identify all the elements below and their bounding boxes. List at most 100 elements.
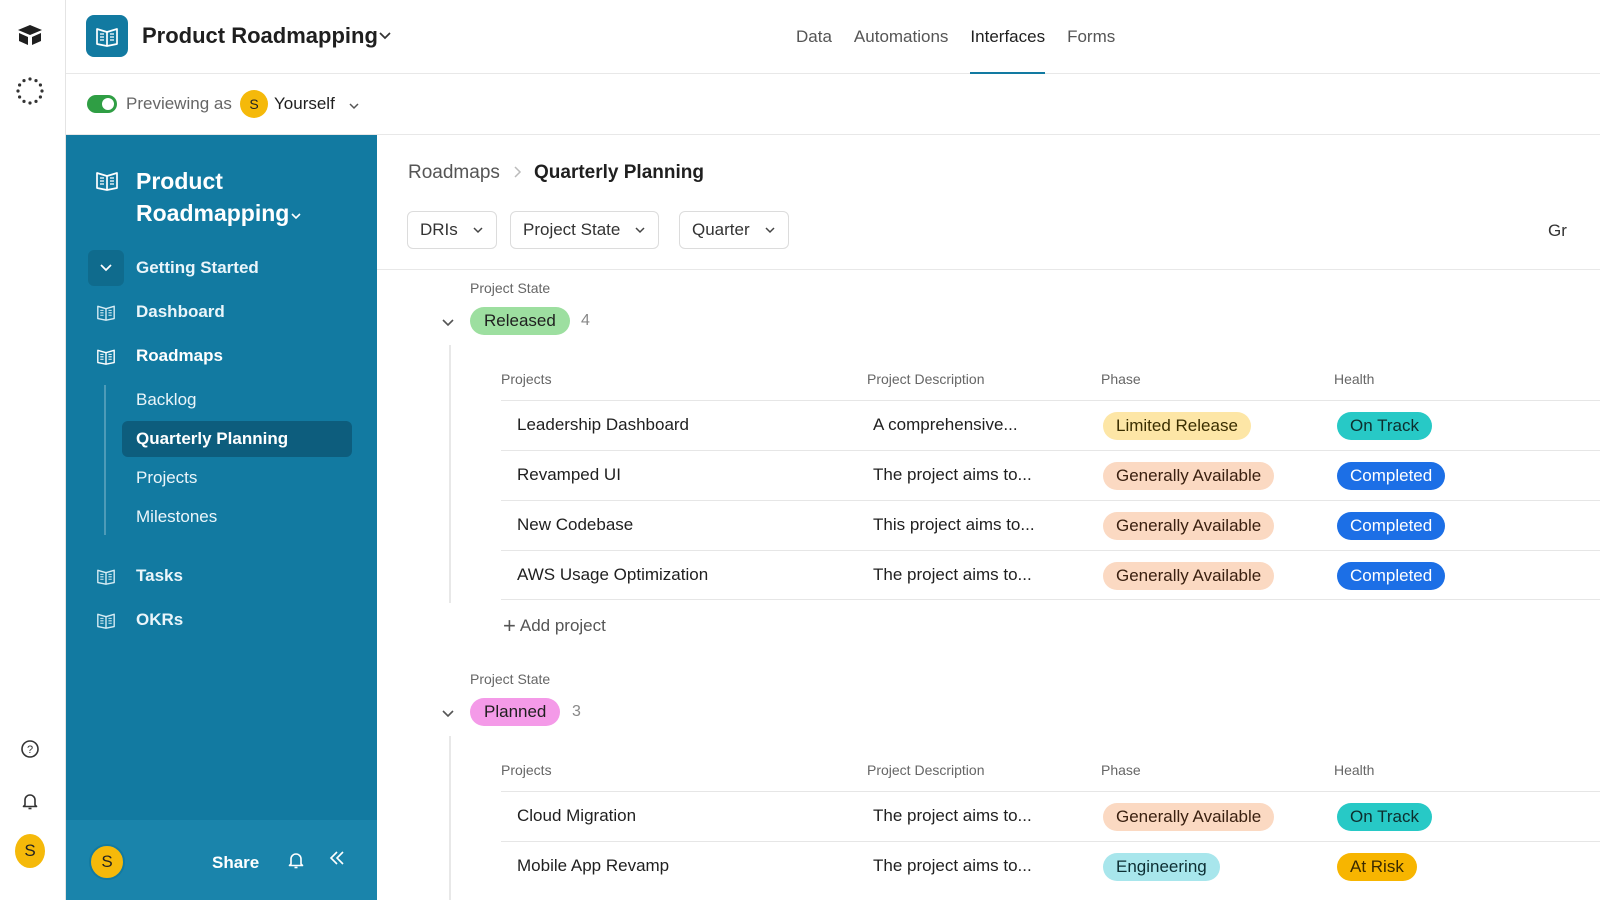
- sidebar-item-label: Roadmaps: [136, 346, 223, 365]
- app: ? S Product Roadmapping Data Automations…: [0, 0, 1600, 900]
- filter-label: Project State: [523, 220, 621, 239]
- table-row[interactable]: Revamped UI The project aims to... Gener…: [501, 450, 1600, 500]
- book-icon: [94, 169, 120, 196]
- table-row[interactable]: New Codebase This project aims to... Gen…: [501, 500, 1600, 550]
- column-header-projects[interactable]: Projects: [501, 762, 552, 778]
- status-badge-released: Released: [470, 307, 570, 335]
- table-row[interactable]: Cloud Migration The project aims to... G…: [501, 791, 1600, 841]
- sidebar-item-roadmaps[interactable]: Roadmaps: [88, 338, 354, 374]
- group-line: [449, 345, 451, 603]
- health-badge: Completed: [1337, 512, 1446, 540]
- sidebar-item-getting-started[interactable]: Getting Started: [88, 250, 354, 286]
- description-cell: The project aims to...: [873, 465, 1032, 484]
- description-cell: The project aims to...: [873, 806, 1032, 825]
- chevron-down-icon[interactable]: [441, 706, 455, 724]
- phase-badge: Generally Available: [1103, 562, 1275, 590]
- chevron-down-icon: [764, 220, 776, 240]
- book-icon: [88, 294, 124, 330]
- project-cell: Revamped UI: [517, 465, 621, 484]
- column-header-phase[interactable]: Phase: [1101, 371, 1141, 387]
- sidebar-subitem-quarterly-planning[interactable]: Quarterly Planning: [122, 421, 352, 457]
- add-project-label: Add project: [519, 616, 606, 635]
- tab-forms[interactable]: Forms: [1067, 0, 1115, 74]
- breadcrumb-current: Quarterly Planning: [534, 162, 704, 183]
- sidebar-item-tasks[interactable]: Tasks: [88, 558, 354, 594]
- table-row[interactable]: Leadership Dashboard A comprehensive... …: [501, 400, 1600, 450]
- phase-badge: Generally Available: [1103, 803, 1275, 831]
- preview-label: Previewing as: [126, 94, 232, 113]
- chevron-down-icon: [472, 220, 484, 240]
- sidebar-subitem-backlog[interactable]: Backlog: [122, 382, 352, 418]
- group-button[interactable]: Gr: [1548, 221, 1567, 241]
- tab-automations[interactable]: Automations: [854, 0, 949, 74]
- preview-avatar: S: [240, 90, 268, 118]
- column-header-health[interactable]: Health: [1334, 762, 1374, 778]
- sidebar-item-label: Getting Started: [136, 258, 259, 277]
- sidebar-subitem-projects[interactable]: Projects: [122, 460, 352, 496]
- column-header-phase[interactable]: Phase: [1101, 762, 1141, 778]
- tab-interfaces[interactable]: Interfaces: [970, 0, 1045, 75]
- sidebar-item-label: Tasks: [136, 566, 183, 585]
- filter-quarter[interactable]: Quarter: [679, 211, 789, 249]
- notification-bell-icon[interactable]: [286, 850, 306, 875]
- sidebar-avatar[interactable]: S: [89, 844, 125, 880]
- health-badge: On Track: [1337, 412, 1432, 440]
- group-count: 3: [572, 703, 581, 720]
- help-icon[interactable]: ?: [15, 734, 45, 764]
- description-cell: The project aims to...: [873, 856, 1032, 875]
- airtable-logo-icon[interactable]: [15, 20, 45, 50]
- chevron-down-icon[interactable]: [348, 98, 360, 116]
- divider: [377, 269, 1600, 270]
- filter-dris[interactable]: DRIs: [407, 211, 497, 249]
- main-content: Roadmaps Quarterly Planning DRIs Project…: [377, 135, 1600, 900]
- status-badge-planned: Planned: [470, 698, 561, 726]
- project-cell: AWS Usage Optimization: [517, 565, 709, 584]
- share-button[interactable]: Share: [212, 853, 259, 873]
- breadcrumb-parent[interactable]: Roadmaps: [408, 162, 500, 184]
- sidebar-footer: S Share: [66, 820, 377, 900]
- tab-data[interactable]: Data: [796, 0, 832, 74]
- project-cell: Cloud Migration: [517, 806, 637, 825]
- column-header-projects[interactable]: Projects: [501, 371, 552, 387]
- chevron-down-icon[interactable]: [88, 250, 124, 286]
- health-badge: At Risk: [1337, 853, 1417, 881]
- chevron-down-icon[interactable]: [290, 208, 302, 226]
- sidebar-title[interactable]: Product Roadmapping: [136, 165, 336, 229]
- top-bar: Product Roadmapping Data Automations Int…: [66, 0, 1600, 75]
- group-count: 4: [581, 312, 590, 329]
- user-avatar-letter: S: [15, 834, 45, 868]
- filter-label: Quarter: [692, 220, 750, 239]
- add-project-button[interactable]: + Add project: [503, 613, 606, 639]
- sidebar-title-line2: Roadmapping: [136, 200, 290, 226]
- health-badge: Completed: [1337, 462, 1446, 490]
- phase-badge: Generally Available: [1103, 512, 1275, 540]
- sidebar-item-dashboard[interactable]: Dashboard: [88, 294, 354, 330]
- chevron-down-icon[interactable]: [378, 28, 392, 46]
- sidebar-subitem-milestones[interactable]: Milestones: [122, 499, 352, 535]
- user-avatar[interactable]: S: [15, 834, 45, 868]
- spinner-icon[interactable]: [15, 76, 45, 106]
- phase-badge: Generally Available: [1103, 462, 1275, 490]
- health-badge: On Track: [1337, 803, 1432, 831]
- phase-badge: Engineering: [1103, 853, 1220, 881]
- book-icon: [88, 338, 124, 374]
- preview-bar: Previewing as S Yourself: [66, 74, 1600, 135]
- column-header-description[interactable]: Project Description: [867, 371, 985, 387]
- left-rail: ? S: [0, 0, 66, 900]
- table-row[interactable]: Mobile App Revamp The project aims to...…: [501, 841, 1600, 891]
- book-icon: [88, 602, 124, 638]
- book-icon: [88, 558, 124, 594]
- notification-bell-icon[interactable]: [15, 786, 45, 816]
- preview-user-select[interactable]: Yourself: [274, 94, 335, 114]
- column-header-health[interactable]: Health: [1334, 371, 1374, 387]
- sidebar-item-okrs[interactable]: OKRs: [88, 602, 354, 638]
- phase-badge: Limited Release: [1103, 412, 1251, 440]
- column-header-description[interactable]: Project Description: [867, 762, 985, 778]
- base-title[interactable]: Product Roadmapping: [142, 23, 378, 49]
- table-row[interactable]: AWS Usage Optimization The project aims …: [501, 550, 1600, 600]
- base-icon[interactable]: [86, 15, 128, 57]
- chevron-down-icon[interactable]: [441, 315, 455, 333]
- collapse-sidebar-icon[interactable]: [328, 849, 346, 872]
- filter-project-state[interactable]: Project State: [510, 211, 660, 249]
- preview-toggle[interactable]: [87, 95, 117, 113]
